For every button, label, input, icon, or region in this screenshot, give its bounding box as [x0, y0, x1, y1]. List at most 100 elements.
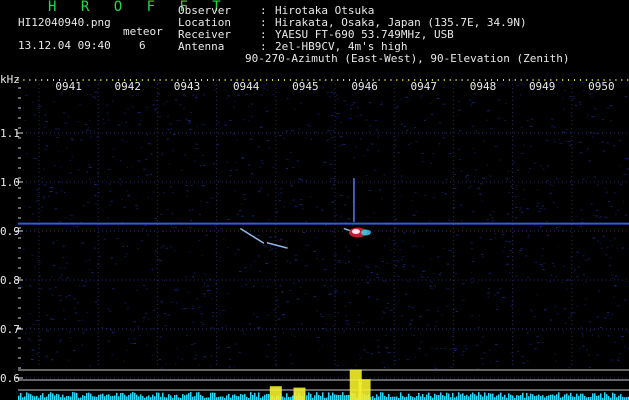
activity-bar — [32, 395, 34, 400]
activity-bar — [68, 395, 70, 400]
activity-bar — [468, 396, 470, 400]
activity-bar — [320, 395, 322, 400]
activity-bar — [198, 392, 200, 400]
activity-bar — [446, 392, 448, 400]
activity-bar — [618, 395, 620, 400]
activity-bar — [466, 394, 468, 400]
activity-bar — [306, 395, 308, 400]
activity-bar — [92, 396, 94, 400]
x-tick-label-5: 0946 — [351, 80, 378, 93]
activity-bar — [568, 395, 570, 400]
activity-bar — [478, 392, 480, 400]
activity-bar — [252, 394, 254, 400]
activity-bar — [562, 396, 564, 400]
activity-bar — [242, 394, 244, 400]
activity-bar — [46, 396, 48, 400]
meteor-echo-1 — [266, 242, 288, 249]
activity-peak-3 — [358, 379, 371, 400]
activity-bar — [74, 392, 76, 400]
x-tick-label-6: 0947 — [411, 80, 438, 93]
activity-bar — [112, 395, 114, 400]
activity-bar — [34, 396, 36, 400]
activity-bar — [422, 394, 424, 400]
activity-bar — [500, 392, 502, 400]
activity-bar — [264, 394, 266, 400]
activity-bar — [158, 392, 160, 400]
activity-bar — [402, 395, 404, 400]
activity-bar — [462, 393, 464, 400]
activity-bar — [148, 395, 150, 400]
activity-bar — [340, 394, 342, 400]
activity-bar — [88, 392, 90, 400]
activity-bar — [348, 394, 350, 400]
activity-bar — [476, 395, 478, 400]
activity-bar — [484, 392, 486, 400]
activity-bar — [554, 395, 556, 400]
activity-bar — [262, 396, 264, 400]
activity-bar — [410, 396, 412, 400]
activity-bar — [382, 392, 384, 400]
activity-bar — [220, 396, 222, 400]
y-tick-label-4: 0.7 — [0, 323, 20, 336]
activity-bar — [598, 395, 600, 400]
activity-bar — [556, 394, 558, 400]
activity-bar — [120, 392, 122, 400]
activity-bar — [104, 396, 106, 400]
activity-bar — [212, 392, 214, 400]
activity-bar — [452, 392, 454, 400]
activity-bar — [256, 396, 258, 400]
burst-highlight — [351, 228, 360, 234]
activity-bars — [18, 392, 629, 400]
activity-bar — [336, 394, 338, 400]
activity-bar — [498, 394, 500, 400]
activity-peak-0 — [269, 386, 282, 400]
activity-bar — [102, 393, 104, 400]
activity-bar — [400, 392, 402, 400]
x-tick-label-0: 0941 — [55, 80, 82, 93]
burst-tail — [360, 229, 371, 236]
activity-bar — [620, 394, 622, 400]
activity-bar — [310, 393, 312, 400]
activity-bar — [548, 395, 550, 400]
x-tick-label-8: 0949 — [529, 80, 556, 93]
activity-bar — [82, 395, 84, 400]
activity-bar — [322, 392, 324, 400]
activity-bar — [496, 395, 498, 400]
x-tick-label-7: 0948 — [470, 80, 497, 93]
activity-bar — [344, 395, 346, 400]
activity-bar — [520, 395, 522, 400]
activity-bar — [334, 394, 336, 400]
activity-bar — [372, 396, 374, 400]
activity-bar — [378, 396, 380, 400]
activity-bar — [550, 394, 552, 400]
activity-bar — [510, 394, 512, 400]
activity-bar — [130, 393, 132, 400]
activity-bar — [56, 393, 58, 400]
activity-bar — [28, 393, 30, 400]
activity-bar — [528, 396, 530, 400]
activity-bar — [578, 395, 580, 400]
activity-bar — [580, 393, 582, 400]
activity-bar — [62, 394, 64, 400]
activity-bar — [440, 392, 442, 400]
spectrogram-screen: H R O F F T HI12040940.png 13.12.04 09:4… — [0, 0, 629, 400]
activity-bar — [376, 394, 378, 400]
activity-bar — [318, 395, 320, 400]
activity-bar — [214, 392, 216, 400]
activity-bar — [250, 392, 252, 400]
activity-bar — [170, 395, 172, 400]
activity-bar — [132, 392, 134, 400]
activity-bar — [330, 395, 332, 400]
activity-bar — [168, 394, 170, 400]
activity-bar — [236, 395, 238, 400]
activity-bar — [122, 392, 124, 400]
activity-bar — [54, 395, 56, 400]
activity-bar — [492, 393, 494, 400]
activity-bar — [512, 395, 514, 400]
activity-bar — [456, 396, 458, 400]
activity-bar — [48, 394, 50, 400]
activity-bar — [128, 395, 130, 400]
activity-bar — [126, 396, 128, 400]
activity-bar — [570, 392, 572, 400]
activity-bar — [442, 395, 444, 400]
